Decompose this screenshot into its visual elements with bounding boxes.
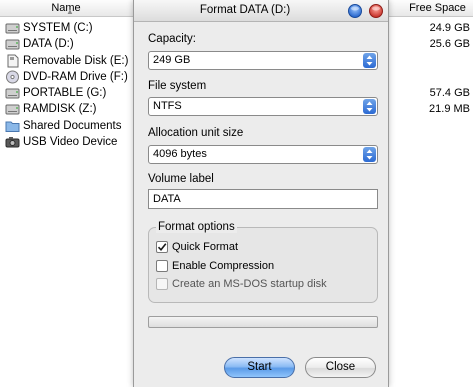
dialog-title: Format DATA (D:) — [199, 4, 291, 16]
help-button[interactable] — [348, 4, 362, 18]
sort-up-icon: ▲ — [66, 7, 74, 16]
format-dialog: Format DATA (D:) Capacity: 249 GB File s… — [133, 0, 389, 387]
hard-drive-icon — [5, 23, 20, 34]
drive-row-usb-video[interactable]: USB Video Device — [0, 134, 140, 150]
drive-label: RAMDISK (Z:) — [23, 103, 97, 116]
dvd-drive-icon — [6, 70, 19, 84]
quick-format-label: Quick Format — [172, 241, 239, 253]
free-space-value: 21.9 MB — [429, 103, 470, 116]
capacity-select[interactable]: 249 GB — [148, 51, 378, 70]
volume-label-caption: Volume label — [148, 173, 214, 185]
close-button[interactable]: Close — [305, 357, 376, 378]
file-system-label: File system — [148, 80, 207, 92]
close-window-button[interactable] — [369, 4, 383, 18]
file-system-value: NTFS — [153, 100, 182, 112]
capacity-label: Capacity: — [148, 33, 196, 45]
updown-arrows-icon — [363, 147, 376, 162]
free-space-column-label: Free Space — [409, 2, 466, 14]
drive-row-portable[interactable]: PORTABLE (G:) — [0, 85, 140, 101]
free-space-value — [402, 69, 470, 85]
updown-arrows-icon — [363, 53, 376, 68]
folder-icon — [5, 121, 20, 132]
drive-list: SYSTEM (C:) DATA (D:) Removable Disk (E:… — [0, 20, 140, 150]
free-space-value — [402, 134, 470, 150]
start-button[interactable]: Start — [224, 357, 295, 378]
msdos-startup-checkbox[interactable] — [156, 278, 168, 290]
allocation-select[interactable]: 4096 bytes — [148, 145, 378, 164]
hard-drive-icon — [5, 39, 20, 50]
drive-row-removable[interactable]: Removable Disk (E:) — [0, 53, 140, 69]
format-options-title: Format options — [156, 221, 237, 233]
free-space-value — [402, 118, 470, 134]
drive-label: SYSTEM (C:) — [23, 22, 93, 34]
free-space-column-header[interactable]: Free Space — [402, 0, 473, 17]
hard-drive-icon — [5, 104, 20, 115]
quick-format-checkbox[interactable] — [156, 241, 168, 253]
drive-label: USB Video Device — [23, 136, 118, 149]
drive-label: PORTABLE (G:) — [23, 87, 107, 100]
checkmark-icon — [157, 243, 167, 252]
allocation-value: 4096 bytes — [153, 148, 207, 160]
dialog-titlebar[interactable]: Format DATA (D:) — [134, 0, 388, 22]
drive-row-shared-documents[interactable]: Shared Documents — [0, 118, 140, 134]
drive-label: Removable Disk (E:) — [23, 54, 129, 67]
capacity-value: 249 GB — [153, 54, 191, 66]
allocation-label: Allocation unit size — [148, 127, 244, 139]
drive-row-system[interactable]: SYSTEM (C:) — [0, 20, 140, 36]
volume-label-value: DATA — [153, 193, 181, 205]
free-space-value: 57.4 GB — [429, 87, 470, 100]
free-space-value: 25.6 GB — [429, 38, 470, 51]
format-progress-bar — [148, 316, 378, 328]
removable-disk-icon — [7, 54, 19, 68]
hard-drive-icon — [5, 88, 20, 99]
drive-row-dvd[interactable]: DVD-RAM Drive (F:) — [0, 69, 140, 85]
enable-compression-checkbox[interactable] — [156, 260, 168, 272]
name-column-header[interactable]: Name ▲ — [0, 0, 132, 17]
drive-label: DVD-RAM Drive (F:) — [23, 70, 128, 83]
close-icon — [369, 4, 383, 18]
drive-label: Shared Documents — [23, 119, 122, 132]
free-space-value: 24.9 GB — [429, 22, 470, 34]
enable-compression-label: Enable Compression — [172, 260, 275, 272]
free-space-value — [402, 53, 470, 69]
msdos-startup-label: Create an MS-DOS startup disk — [172, 278, 327, 290]
updown-arrows-icon — [363, 99, 376, 114]
drive-row-ramdisk[interactable]: RAMDISK (Z:) — [0, 101, 140, 117]
camera-icon — [5, 137, 20, 148]
help-icon — [348, 4, 362, 18]
file-system-select[interactable]: NTFS — [148, 97, 378, 116]
drive-row-data[interactable]: DATA (D:) — [0, 36, 140, 52]
drive-label: DATA (D:) — [23, 38, 74, 51]
free-space-list: 24.9 GB 25.6 GB 57.4 GB 21.9 MB — [402, 20, 470, 150]
volume-label-input[interactable]: DATA — [148, 189, 378, 209]
